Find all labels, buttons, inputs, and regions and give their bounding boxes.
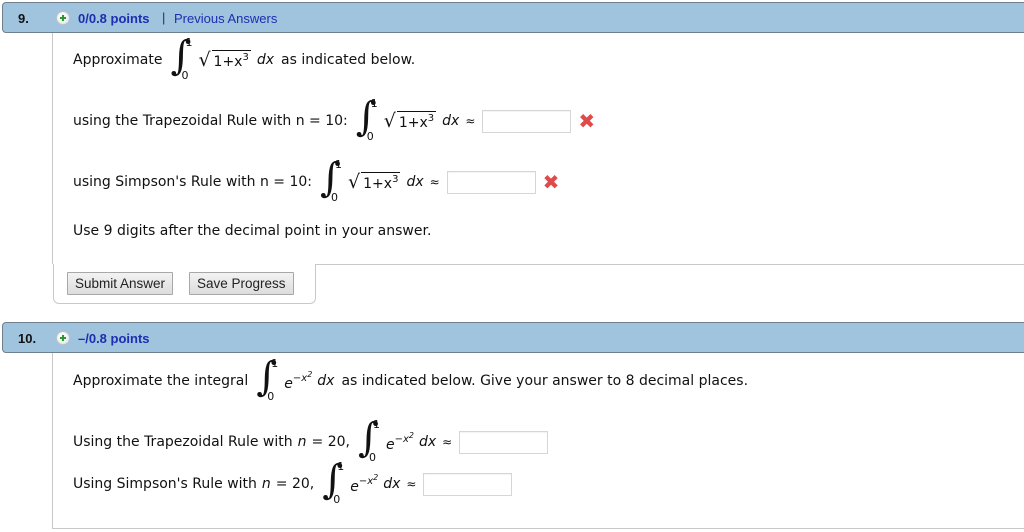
square-root: √ 1+x3	[198, 49, 251, 71]
exponent-text: −x	[394, 434, 409, 445]
integral-sign: ∫ 1 0	[256, 355, 279, 403]
exponent: −x2	[394, 431, 414, 445]
radicand: 1+x3	[211, 50, 251, 70]
dx: dx	[406, 174, 424, 190]
points-label: 0/0.8 points	[78, 11, 150, 26]
integrand: e−x2	[284, 370, 312, 392]
part-label-suffix: = 20,	[311, 434, 350, 450]
question-9-header: 9. 0/0.8 points | Previous Answers	[2, 2, 1024, 33]
variable-n: n	[261, 476, 271, 492]
intro-prefix: Approximate the integral	[73, 373, 249, 389]
base-e: e	[385, 437, 395, 453]
intro-suffix: as indicated below. Give your answer to …	[341, 373, 749, 389]
simpson-answer-input[interactable]	[423, 472, 513, 496]
variable-n: n	[297, 434, 307, 450]
incorrect-x-icon: ✖	[578, 109, 596, 133]
submit-answer-button[interactable]: Submit Answer	[67, 272, 174, 295]
integral-sign: ∫ 1 0	[322, 458, 345, 506]
divider-line	[315, 264, 1024, 265]
question-10-part-trapezoidal: Using the Trapezoidal Rule with n = 20, …	[73, 416, 549, 466]
question-9-part-trapezoidal: using the Trapezoidal Rule with n = 10: …	[73, 95, 596, 145]
trapezoidal-answer-input[interactable]	[459, 430, 549, 454]
dx: dx	[256, 52, 275, 68]
part-label: using Simpson's Rule with n = 10:	[73, 174, 313, 190]
integral-sign: ∫ 1 0	[358, 416, 380, 464]
question-9-intro: Approximate ∫ 1 0 √ 1+x3 dx as indicated…	[73, 34, 416, 84]
intro-prefix: Approximate	[73, 52, 163, 68]
upper-limit: 1	[335, 158, 343, 171]
radicand-text: 1+x	[213, 54, 243, 70]
lower-limit: 0	[366, 130, 374, 143]
approx-symbol: ≈	[465, 114, 476, 128]
lower-limit: 0	[331, 191, 339, 204]
exponent: 3	[427, 113, 435, 124]
simpson-answer-input[interactable]	[446, 170, 536, 194]
question-number: 9.	[18, 11, 29, 26]
radicand: 1+x3	[396, 111, 437, 131]
lower-limit: 0	[181, 69, 189, 82]
integral-sign: ∫ 1 0	[320, 156, 343, 204]
part-label-prefix: Using Simpson's Rule with	[73, 476, 257, 492]
integrand: e−x2	[350, 473, 378, 495]
note-text: Use 9 digits after the decimal point in …	[73, 223, 432, 239]
radicand-text: 1+x	[398, 115, 428, 131]
exponent: −x2	[358, 473, 379, 487]
upper-limit: 1	[337, 460, 345, 473]
exponent: 3	[392, 174, 399, 185]
intro-suffix: as indicated below.	[281, 52, 416, 68]
question-10-header: 10. –/0.8 points	[2, 322, 1024, 353]
part-label-suffix: = 20,	[275, 476, 315, 492]
approx-symbol: ≈	[442, 435, 453, 449]
upper-limit: 1	[185, 36, 193, 49]
sqrt-symbol: √	[348, 171, 361, 193]
incorrect-x-icon: ✖	[542, 170, 560, 194]
square-root: √ 1+x3	[383, 110, 437, 132]
previous-answers-link[interactable]: Previous Answers	[174, 11, 277, 26]
question-9-note: Use 9 digits after the decimal point in …	[73, 221, 431, 241]
question-9-part-simpson: using Simpson's Rule with n = 10: ∫ 1 0 …	[73, 156, 560, 206]
lower-limit: 0	[333, 493, 341, 506]
base-e: e	[284, 376, 293, 392]
integrand: e−x2	[386, 431, 414, 453]
integral-sign: ∫ 1 0	[356, 95, 378, 143]
upper-limit: 1	[370, 97, 378, 110]
radicand: 1+x3	[361, 172, 401, 192]
trapezoidal-answer-input[interactable]	[482, 109, 572, 133]
square-root: √ 1+x3	[348, 171, 401, 193]
expand-plus-icon[interactable]	[56, 331, 70, 345]
exponent-power: 2	[408, 431, 414, 440]
dx: dx	[442, 113, 460, 129]
approx-symbol: ≈	[406, 477, 417, 491]
integral-sign: ∫ 1 0	[170, 34, 193, 82]
upper-limit: 1	[372, 418, 380, 431]
expand-plus-icon[interactable]	[56, 11, 70, 25]
lower-limit: 0	[267, 390, 275, 403]
question-10-intro: Approximate the integral ∫ 1 0 e−x2 dx a…	[73, 355, 749, 405]
sqrt-symbol: √	[198, 49, 211, 71]
upper-limit: 1	[271, 357, 279, 370]
part-label: using the Trapezoidal Rule with n = 10:	[73, 113, 348, 129]
exponent-power: 2	[373, 473, 379, 482]
part-label-prefix: Using the Trapezoidal Rule with	[73, 434, 293, 450]
approx-symbol: ≈	[429, 175, 440, 189]
sqrt-symbol: √	[383, 110, 396, 132]
dx: dx	[317, 373, 335, 389]
exponent: −x2	[292, 370, 313, 384]
question-number: 10.	[18, 331, 37, 346]
exponent-power: 2	[307, 370, 313, 379]
base-e: e	[350, 479, 359, 495]
exponent-text: −x	[292, 373, 308, 384]
separator: |	[162, 10, 166, 25]
dx: dx	[383, 476, 401, 492]
question-10-part-simpson: Using Simpson's Rule with n = 20, ∫ 1 0 …	[73, 458, 513, 508]
points-label: –/0.8 points	[78, 331, 150, 346]
radicand-text: 1+x	[363, 176, 393, 192]
save-progress-button[interactable]: Save Progress	[189, 272, 294, 295]
dx: dx	[418, 434, 437, 450]
exponent: 3	[242, 52, 249, 63]
exponent-text: −x	[358, 476, 374, 487]
